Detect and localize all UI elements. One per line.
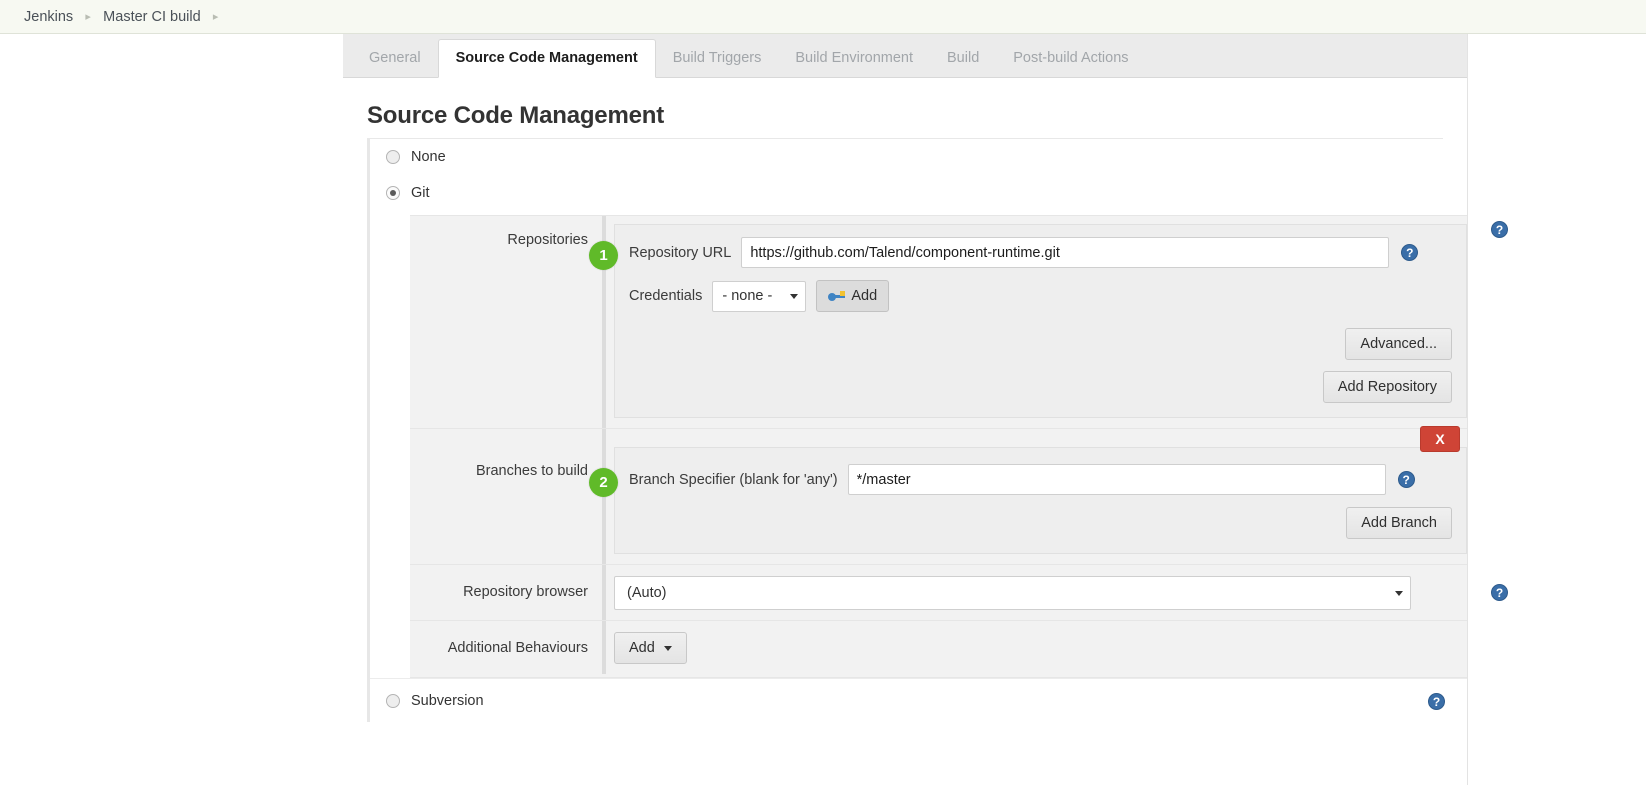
repositories-body: 1 Repository URL ? Credentials - none - [602,216,1467,428]
chevron-down-icon [1395,591,1403,596]
repository-entry: Repository URL ? Credentials - none - [614,224,1467,418]
radio-none[interactable] [386,150,400,164]
radio-subversion[interactable] [386,694,400,708]
config-body: Source Code Management None Git Reposito… [343,78,1467,785]
tab-post-build-actions[interactable]: Post-build Actions [996,39,1145,77]
repository-browser-select[interactable]: (Auto) [614,576,1411,610]
tab-build[interactable]: Build [930,39,996,77]
additional-behaviours-label: Additional Behaviours [410,621,602,658]
advanced-button[interactable]: Advanced... [1345,328,1452,360]
help-icon-repositories[interactable]: ? [1491,221,1508,238]
branch-entry: X Branch Specifier (blank for 'any') ? A… [614,447,1467,554]
add-credentials-label: Add [851,288,877,304]
repository-browser-label: Repository browser [410,565,602,602]
additional-behaviours-body: Add [602,621,1467,674]
breadcrumb-item-jenkins[interactable]: Jenkins [22,9,75,25]
config-tab-strip: General Source Code Management Build Tri… [343,34,1467,78]
repository-browser-row: Repository browser (Auto) ? [410,565,1467,621]
branch-specifier-line: Branch Specifier (blank for 'any') ? [629,464,1452,495]
chevron-down-icon [664,646,672,651]
scm-option-git[interactable]: Git [370,175,1467,211]
tab-general[interactable]: General [352,39,438,77]
repository-actions: Advanced... Add Repository [629,328,1452,403]
repositories-row: Repositories 1 Repository URL ? Credenti… [410,216,1467,429]
breadcrumb-separator-icon: ▸ [75,10,101,23]
help-icon-repository-url[interactable]: ? [1401,244,1418,261]
help-icon-subversion[interactable]: ? [1428,693,1445,710]
breadcrumb-item-job[interactable]: Master CI build [101,9,203,25]
tab-build-triggers[interactable]: Build Triggers [656,39,779,77]
delete-branch-button[interactable]: X [1420,426,1460,452]
scm-radio-group: None Git Repositories 1 Repository URL [367,139,1467,722]
repository-browser-body: (Auto) ? [602,565,1467,620]
scm-option-subversion[interactable]: Subversion ? [370,678,1467,722]
repository-url-line: Repository URL ? [629,237,1452,268]
add-behaviour-button[interactable]: Add [614,632,687,664]
annotation-badge-2: 2 [589,468,618,497]
additional-behaviours-row: Additional Behaviours Add [410,621,1467,677]
help-icon-repository-browser[interactable]: ? [1491,584,1508,601]
scm-option-none-label: None [411,149,446,165]
breadcrumb-separator-icon: ▸ [203,10,229,23]
tab-build-environment[interactable]: Build Environment [778,39,930,77]
add-behaviour-label: Add [629,640,655,656]
branches-label: Branches to build [410,429,602,481]
repository-url-label: Repository URL [629,245,731,261]
add-repository-button[interactable]: Add Repository [1323,371,1452,403]
add-credentials-button[interactable]: Add [816,280,889,312]
git-settings-region: Repositories 1 Repository URL ? Credenti… [410,215,1467,678]
branch-specifier-label: Branch Specifier (blank for 'any') [629,472,838,488]
scm-option-none[interactable]: None [370,139,1467,175]
branches-row: Branches to build 2 X Branch Specifier (… [410,429,1467,565]
key-icon [828,290,845,302]
credentials-select-value: - none - [722,288,772,304]
credentials-select[interactable]: - none - [712,281,806,312]
branches-body: 2 X Branch Specifier (blank for 'any') ?… [602,429,1467,564]
repository-browser-value: (Auto) [627,585,667,601]
breadcrumb: Jenkins ▸ Master CI build ▸ [0,0,1646,34]
chevron-down-icon [790,294,798,299]
credentials-line: Credentials - none - Add [629,280,1452,312]
branch-actions: Add Branch [629,507,1452,539]
scm-option-subversion-label: Subversion [411,693,484,709]
page-title: Source Code Management [343,78,1467,138]
credentials-label: Credentials [629,288,702,304]
repositories-label: Repositories [410,216,602,250]
help-icon-branch-specifier[interactable]: ? [1398,471,1415,488]
config-panel: General Source Code Management Build Tri… [343,34,1468,785]
radio-git[interactable] [386,186,400,200]
repository-url-input[interactable] [741,237,1389,268]
tab-source-code-management[interactable]: Source Code Management [438,39,656,78]
add-branch-button[interactable]: Add Branch [1346,507,1452,539]
annotation-badge-1: 1 [589,241,618,270]
branch-specifier-input[interactable] [848,464,1386,495]
scm-option-git-label: Git [411,185,430,201]
